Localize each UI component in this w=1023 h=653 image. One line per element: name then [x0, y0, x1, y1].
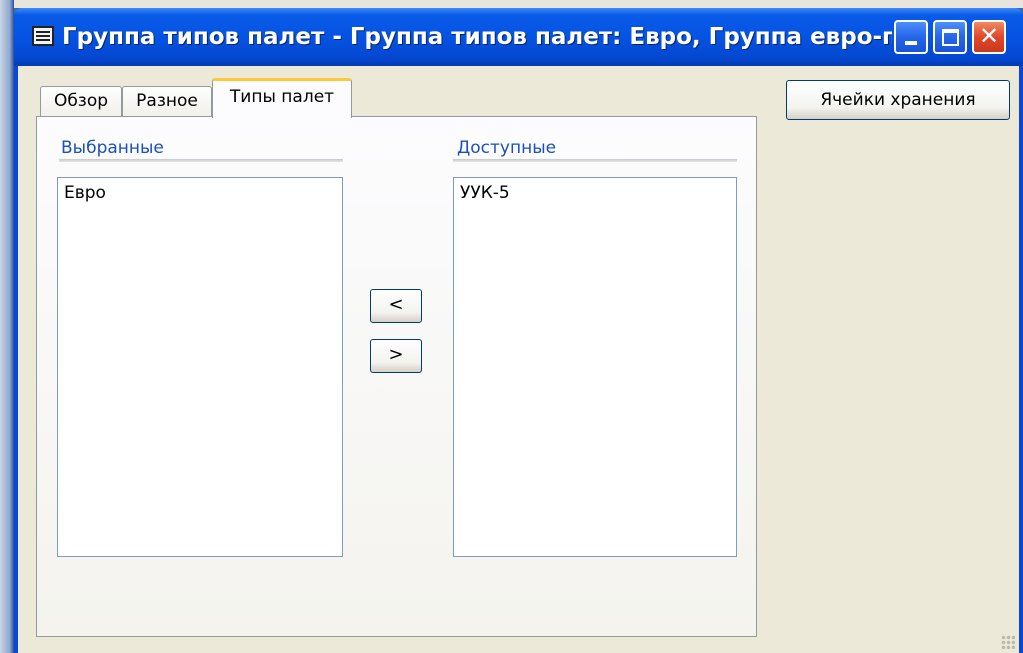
available-listbox[interactable]: УУК-5 [453, 177, 737, 557]
maximize-button[interactable] [933, 20, 967, 54]
storage-cells-button[interactable]: Ячейки хранения [786, 80, 1010, 120]
close-icon: ✕ [978, 22, 1000, 50]
minimize-button[interactable] [894, 20, 928, 54]
window-title: Группа типов палет - Группа типов палет:… [62, 24, 892, 50]
tab-panel-pallet-types: Выбранные Евро < > Доступные УУК-5 [36, 116, 757, 637]
selected-group-divider [59, 159, 343, 162]
selected-group-label: Выбранные [61, 138, 164, 158]
close-button[interactable]: ✕ [972, 20, 1006, 54]
tab-overview[interactable]: Обзор [40, 86, 122, 116]
list-item[interactable]: Евро [64, 182, 336, 204]
selected-listbox[interactable]: Евро [57, 177, 343, 557]
available-group-label: Доступные [457, 138, 557, 158]
tab-pallet-types[interactable]: Типы палет [212, 78, 352, 118]
move-to-selected-button[interactable]: < [370, 289, 422, 323]
desktop-background [0, 0, 1023, 8]
available-group-divider [453, 159, 737, 162]
maximize-icon [942, 29, 959, 46]
title-bar[interactable]: Группа типов палет - Группа типов палет:… [14, 8, 1023, 66]
dialog-window: Группа типов палет - Группа типов палет:… [14, 8, 1023, 653]
resize-grip-icon[interactable] [1001, 635, 1015, 649]
tab-misc[interactable]: Разное [122, 86, 212, 116]
dialog-client-area: Обзор Разное Типы палет Выбранные Евро <… [18, 66, 1019, 653]
list-item[interactable]: УУК-5 [460, 182, 730, 204]
move-to-available-button[interactable]: > [370, 339, 422, 373]
minimize-icon [905, 41, 917, 45]
app-window-icon[interactable] [32, 26, 54, 46]
desktop-edge [0, 0, 14, 653]
